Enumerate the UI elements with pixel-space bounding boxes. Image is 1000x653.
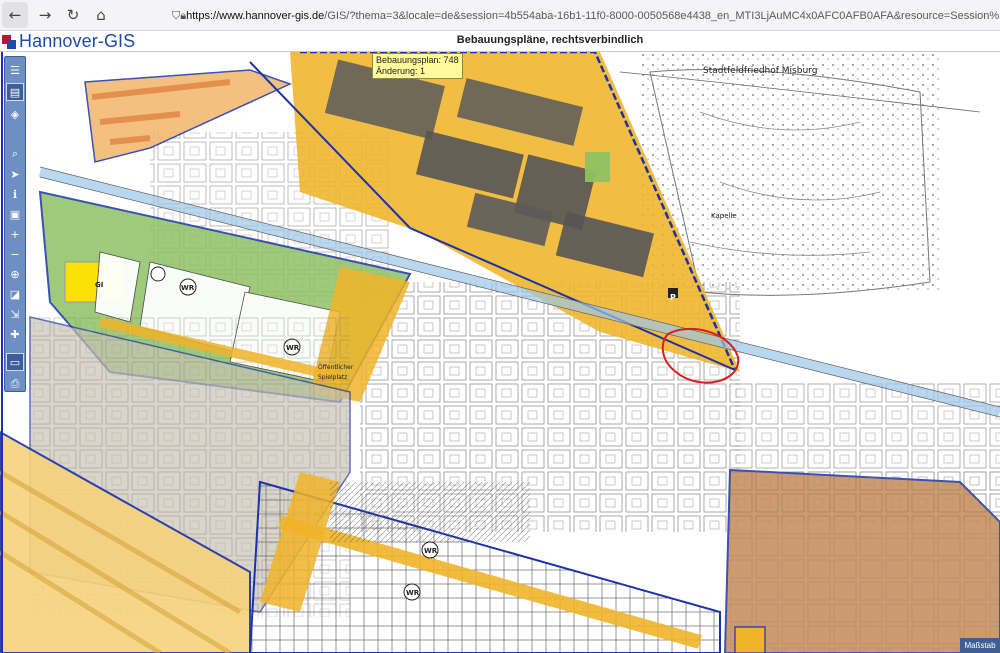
layers-panel-icon: ▤ <box>9 85 21 99</box>
home-icon: ⌂ <box>96 6 106 24</box>
layers-stack-tool-button[interactable]: ◈ <box>6 105 24 123</box>
zoom-box-icon: ▣ <box>9 207 21 221</box>
parking-label: P <box>670 293 676 302</box>
print-icon: ⎙ <box>10 377 20 390</box>
zone-wr-label: WR <box>424 547 438 555</box>
measure-icon: ⇲ <box>10 307 20 321</box>
reload-button[interactable]: ↻ <box>60 2 86 28</box>
map-svg <box>0 52 1000 653</box>
tooltip-change-number: Änderung: 1 <box>376 66 426 76</box>
map-toolbar: ☰ ▤ ◈ ⌕ ➤ ℹ ▣ + − ⊕ ◪ ⇲ ✚ ▭ ⎙ <box>4 56 26 392</box>
layers-stack-icon: ◈ <box>10 107 20 121</box>
coordinates-icon: ✚ <box>10 327 20 341</box>
page-title: Bebauungspläne, rechtsverbindlich <box>456 34 644 46</box>
zoom-out-icon: − <box>10 247 20 261</box>
zone-wr-label: WR <box>406 589 420 597</box>
print-tool-button[interactable]: ⎙ <box>6 375 24 393</box>
measure-tool-button[interactable]: ⇲ <box>6 305 24 323</box>
map-export-tool-button[interactable]: ▭ <box>6 353 24 371</box>
url-host: https://www.hannover-gis.de <box>186 9 325 22</box>
tooltip-plan-number: Bebauungsplan: 748 <box>376 55 459 65</box>
info-icon: ℹ <box>12 187 18 201</box>
info-tool-button[interactable]: ℹ <box>6 185 24 203</box>
cemetery-label: Stadtfeldfriedhof Misburg <box>703 66 818 76</box>
kapelle-label: Kapelle <box>711 212 737 220</box>
zoom-search-tool-button[interactable]: ⌕ <box>6 145 24 163</box>
pointer-icon: ➤ <box>10 167 20 181</box>
zone-gi-label: GI <box>95 281 104 289</box>
back-arrow-icon: ← <box>8 6 22 24</box>
coordinates-tool-button[interactable]: ✚ <box>6 325 24 343</box>
back-button[interactable]: ← <box>2 2 28 28</box>
logo-mark-icon <box>2 34 16 49</box>
logo-text: Hannover-GIS <box>19 31 136 51</box>
spielplatz-label: Spielplatz <box>318 374 348 381</box>
scale-button[interactable]: Maßstab <box>960 638 1000 653</box>
map-export-icon: ▭ <box>9 355 21 369</box>
zoom-box-tool-button[interactable]: ▣ <box>6 205 24 223</box>
zoom-full-icon: ⊕ <box>10 267 20 281</box>
browser-toolbar: ← → ↻ ⌂ ⛉ 🔒︎ https://www.hannover-gis.de… <box>0 0 1000 31</box>
zoom-in-tool-button[interactable]: + <box>6 225 24 243</box>
zoom-in-icon: + <box>10 227 20 241</box>
legend-tool-button[interactable]: ☰ <box>6 61 24 79</box>
hannover-gis-logo[interactable]: Hannover-GIS <box>0 31 135 52</box>
home-button[interactable]: ⌂ <box>88 2 114 28</box>
zone-wr-label: WR <box>286 344 300 352</box>
map-canvas[interactable]: Stadtfeldfriedhof Misburg Kapelle WR WR … <box>0 52 1000 653</box>
forward-arrow-icon: → <box>38 6 52 24</box>
zoom-out-tool-button[interactable]: − <box>6 245 24 263</box>
forward-button[interactable]: → <box>32 2 58 28</box>
overview-tool-button[interactable]: ◪ <box>6 285 24 303</box>
plan-tooltip: Bebauungsplan: 748 Änderung: 1 <box>372 53 463 79</box>
zoom-search-icon: ⌕ <box>11 147 19 160</box>
address-bar[interactable]: ⛉ 🔒︎ https://www.hannover-gis.de/GIS/?th… <box>172 4 1000 27</box>
oeffentlich-label: Öffentlicher <box>318 364 354 371</box>
app-header: Hannover-GIS Bebauungspläne, rechtsverbi… <box>0 31 1000 52</box>
overview-icon: ◪ <box>9 287 21 301</box>
legend-icon: ☰ <box>10 63 20 77</box>
reload-icon: ↻ <box>66 6 80 24</box>
pointer-tool-button[interactable]: ➤ <box>6 165 24 183</box>
zoom-full-tool-button[interactable]: ⊕ <box>6 265 24 283</box>
zone-wr-label: WR <box>181 284 195 292</box>
url-path: /GIS/?thema=3&locale=de&session=4b554aba… <box>324 9 1000 22</box>
layers-panel-tool-button[interactable]: ▤ <box>6 83 24 101</box>
shield-icon: ⛉ <box>172 8 181 22</box>
